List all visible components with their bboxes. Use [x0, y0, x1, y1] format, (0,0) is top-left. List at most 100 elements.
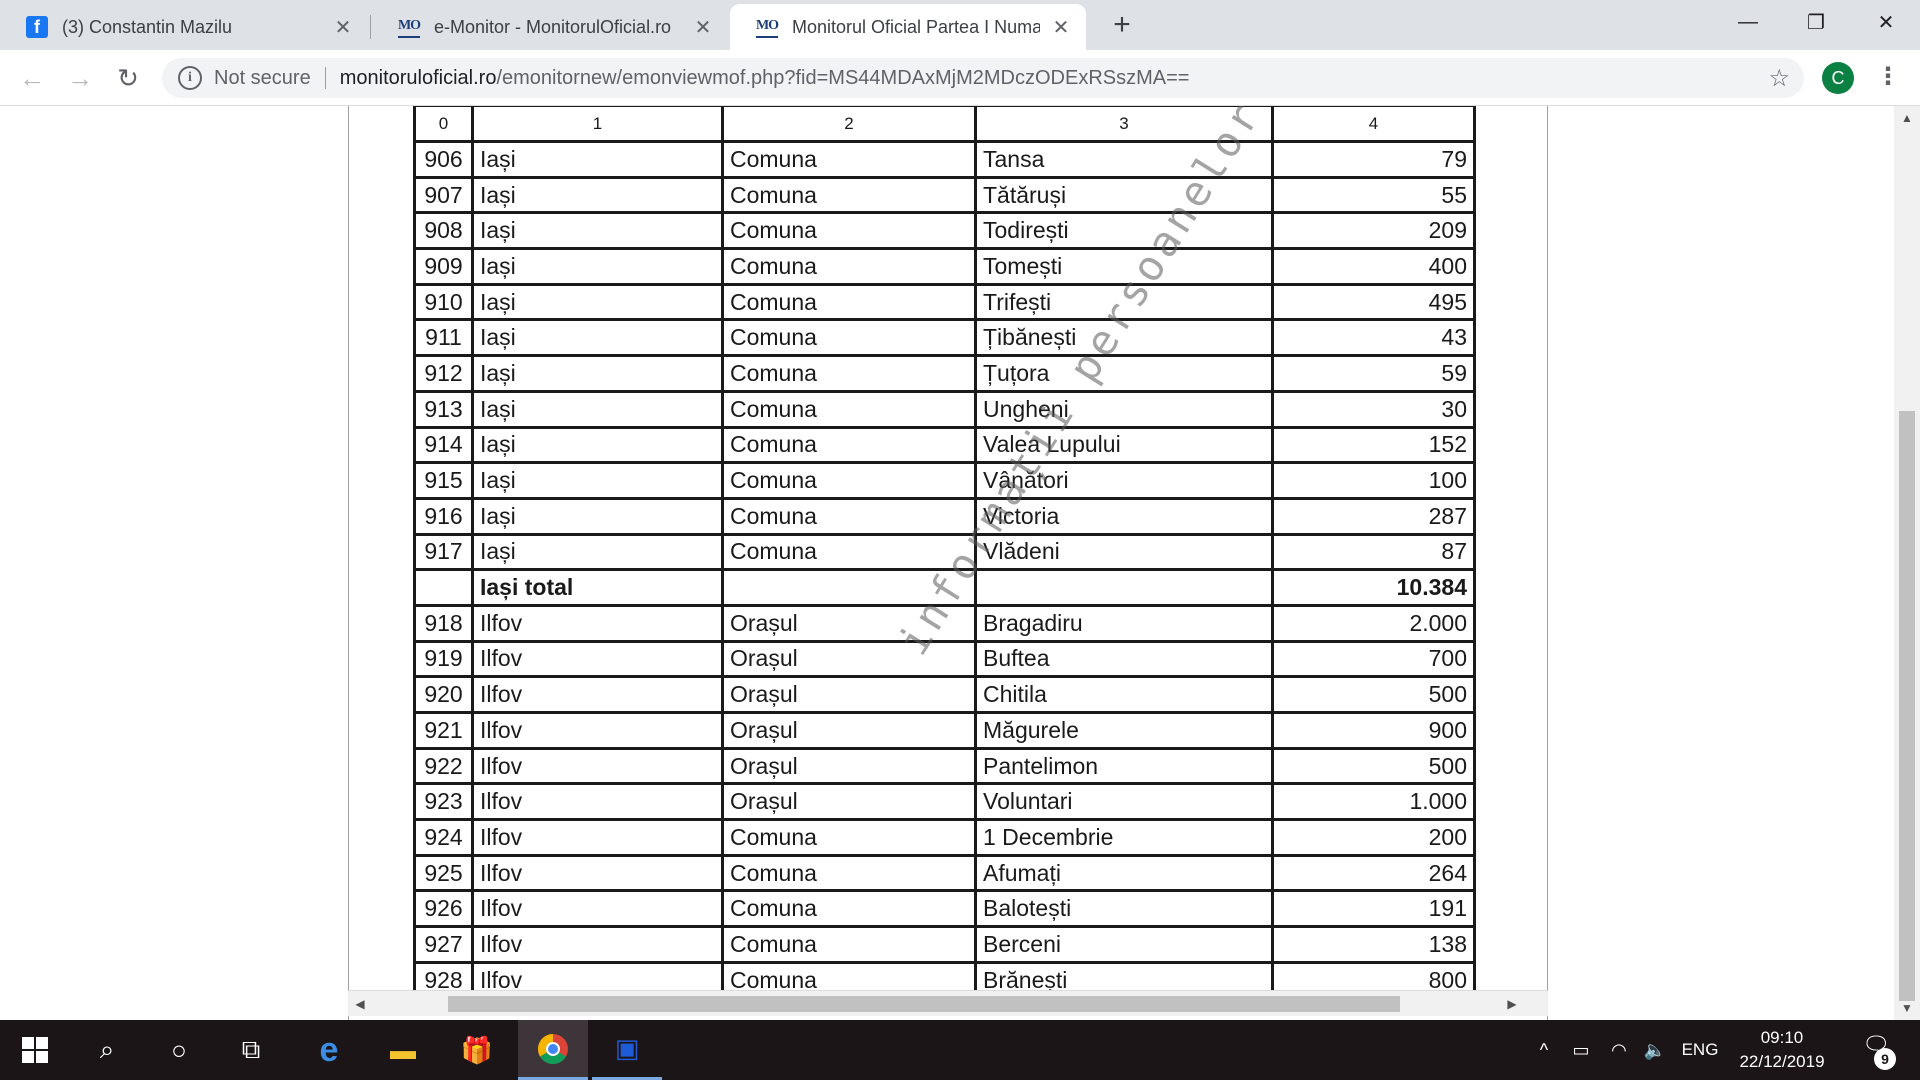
browser-tab-strip: f (3) Constantin Mazilu ✕ MO e-Monitor -… — [0, 0, 1920, 50]
chrome-taskbar-icon[interactable] — [518, 1020, 588, 1080]
locality-name-cell: Țuțora — [974, 354, 1274, 393]
monitorul-oficial-icon: MO — [398, 16, 421, 38]
battery-icon[interactable]: ▭ — [1566, 1020, 1596, 1080]
tab-close-icon[interactable]: ✕ — [692, 15, 714, 40]
language-indicator[interactable]: ENG — [1678, 1020, 1722, 1080]
volume-icon[interactable]: 🔈 — [1640, 1020, 1670, 1080]
close-window-button[interactable]: ✕ — [1852, 0, 1920, 44]
scroll-up-arrow-icon[interactable]: ▲ — [1897, 108, 1917, 128]
gift-app-icon[interactable]: 🎁 — [442, 1020, 512, 1080]
county-cell: Iași — [471, 532, 724, 572]
horizontal-scroll-thumb[interactable] — [448, 996, 1400, 1012]
locality-name-cell: 1 Decembrie — [974, 818, 1274, 857]
file-explorer-icon[interactable]: ▬ — [368, 1020, 438, 1080]
county-cell: Ilfov — [471, 711, 724, 750]
profile-avatar[interactable]: C — [1822, 62, 1854, 94]
tab-emonitor[interactable]: MO e-Monitor - MonitorulOficial.ro ✕ — [372, 4, 728, 50]
locality-type-cell: Comuna — [721, 496, 977, 536]
locality-type-cell: Comuna — [721, 925, 977, 964]
locality-name-cell: Berceni — [974, 925, 1274, 964]
tab-close-icon[interactable]: ✕ — [332, 15, 354, 40]
row-number-cell: 923 — [413, 782, 474, 822]
row-number-cell: 907 — [413, 175, 474, 215]
tab-divider — [370, 15, 371, 39]
security-status[interactable]: Not secure — [214, 67, 311, 90]
scroll-down-arrow-icon[interactable]: ▼ — [1897, 998, 1917, 1018]
value-cell: 10.384 — [1271, 568, 1476, 607]
forward-button[interactable]: → — [62, 60, 98, 96]
tray-chevron-icon[interactable]: ^ — [1530, 1020, 1558, 1080]
county-cell: Iași — [471, 211, 724, 251]
address-divider — [324, 67, 326, 89]
row-number-cell: 912 — [413, 354, 474, 393]
edge-browser-icon[interactable]: e — [294, 1020, 364, 1080]
reload-button[interactable]: ↻ — [110, 60, 146, 96]
page-scroll-thumb[interactable] — [1899, 411, 1915, 1001]
locality-name-cell: Pantelimon — [974, 746, 1274, 786]
locality-type-cell: Orașul — [721, 711, 977, 750]
row-number-cell: 927 — [413, 925, 474, 964]
info-icon[interactable]: i — [178, 66, 202, 90]
taskbar-clock[interactable]: 09:10 22/12/2019 — [1726, 1026, 1838, 1074]
page-vertical-scrollbar[interactable]: ▲ ▼ — [1894, 106, 1920, 1020]
locality-name-cell: Țibănești — [974, 318, 1274, 358]
row-number-cell: 921 — [413, 711, 474, 750]
horizontal-scrollbar[interactable]: ◀ ▶ — [348, 990, 1548, 1016]
tab-title: (3) Constantin Mazilu — [62, 16, 233, 37]
locality-name-cell: Tătăruși — [974, 175, 1274, 215]
locality-type-cell: Orașul — [721, 675, 977, 714]
notification-center-icon[interactable]: 🗨 9 — [1856, 1032, 1896, 1070]
locality-type-cell: Comuna — [721, 461, 977, 500]
document-table: 0 1 2 3 4 906 Iași Comuna Tansa 79 907 Iași Com… — [413, 106, 1476, 1000]
value-cell: 1.000 — [1271, 782, 1476, 822]
value-cell: 2.000 — [1271, 603, 1476, 643]
wifi-icon[interactable]: ◠ — [1604, 1020, 1634, 1080]
windows-start-icon[interactable] — [0, 1020, 70, 1080]
value-cell: 152 — [1271, 425, 1476, 465]
county-cell: Iași — [471, 354, 724, 393]
table-row: 906 Iași Comuna Tansa 79 — [413, 140, 1476, 179]
address-bar[interactable]: i Not secure monitoruloficial.ro/emonito… — [162, 58, 1804, 98]
cortana-icon[interactable]: ○ — [144, 1020, 214, 1080]
tab-facebook[interactable]: f (3) Constantin Mazilu ✕ — [0, 4, 368, 50]
restore-button[interactable]: ❐ — [1782, 0, 1850, 44]
table-row: 909 Iași Comuna Tomești 400 — [413, 247, 1476, 286]
tab-monitorul-oficial-active[interactable]: MO Monitorul Oficial Partea I Numar ✕ — [730, 4, 1086, 50]
url-path[interactable]: /emonitornew/emonviewmof.php?fid=MS44MDA… — [496, 67, 1189, 90]
new-tab-button[interactable]: + — [1104, 8, 1140, 44]
task-view-icon[interactable]: ⧉ — [216, 1020, 286, 1080]
locality-type-cell: Comuna — [721, 532, 977, 572]
url-domain[interactable]: monitoruloficial.ro — [340, 67, 497, 90]
scroll-left-arrow-icon[interactable]: ◀ — [350, 994, 370, 1014]
locality-name-cell: Tomești — [974, 247, 1274, 286]
county-cell: Iași — [471, 425, 724, 465]
tab-close-icon[interactable]: ✕ — [1050, 15, 1072, 40]
bookmark-star-icon[interactable]: ☆ — [1768, 64, 1790, 93]
county-cell: Ilfov — [471, 925, 724, 964]
locality-name-cell: Ungheni — [974, 389, 1274, 429]
search-icon[interactable]: ⌕ — [72, 1020, 142, 1080]
table-row: 927 Ilfov Comuna Berceni 138 — [413, 925, 1476, 964]
value-cell: 700 — [1271, 639, 1476, 679]
minimize-button[interactable]: — — [1714, 0, 1782, 44]
floppy-app-icon[interactable]: ▣ — [592, 1020, 662, 1080]
column-header: 2 — [721, 106, 977, 143]
locality-name-cell: Chitila — [974, 675, 1274, 714]
row-number-cell: 924 — [413, 818, 474, 857]
browser-menu-icon[interactable]: ⋮ — [1870, 60, 1906, 96]
locality-name-cell — [974, 568, 1274, 607]
table-row: 917 Iași Comuna Vlădeni 87 — [413, 532, 1476, 572]
value-cell: 138 — [1271, 925, 1476, 964]
back-button[interactable]: ← — [14, 60, 50, 96]
column-header: 3 — [974, 106, 1274, 143]
row-number-cell: 915 — [413, 461, 474, 500]
table-row: 919 Ilfov Orașul Buftea 700 — [413, 639, 1476, 679]
scroll-right-arrow-icon[interactable]: ▶ — [1502, 994, 1522, 1014]
row-number-cell: 914 — [413, 425, 474, 465]
table-header-row: 0 1 2 3 4 — [413, 106, 1476, 143]
notification-count-badge: 9 — [1874, 1048, 1896, 1070]
county-cell: Iași — [471, 140, 724, 179]
row-number-cell: 917 — [413, 532, 474, 572]
value-cell: 100 — [1271, 461, 1476, 500]
county-cell: Ilfov — [471, 746, 724, 786]
